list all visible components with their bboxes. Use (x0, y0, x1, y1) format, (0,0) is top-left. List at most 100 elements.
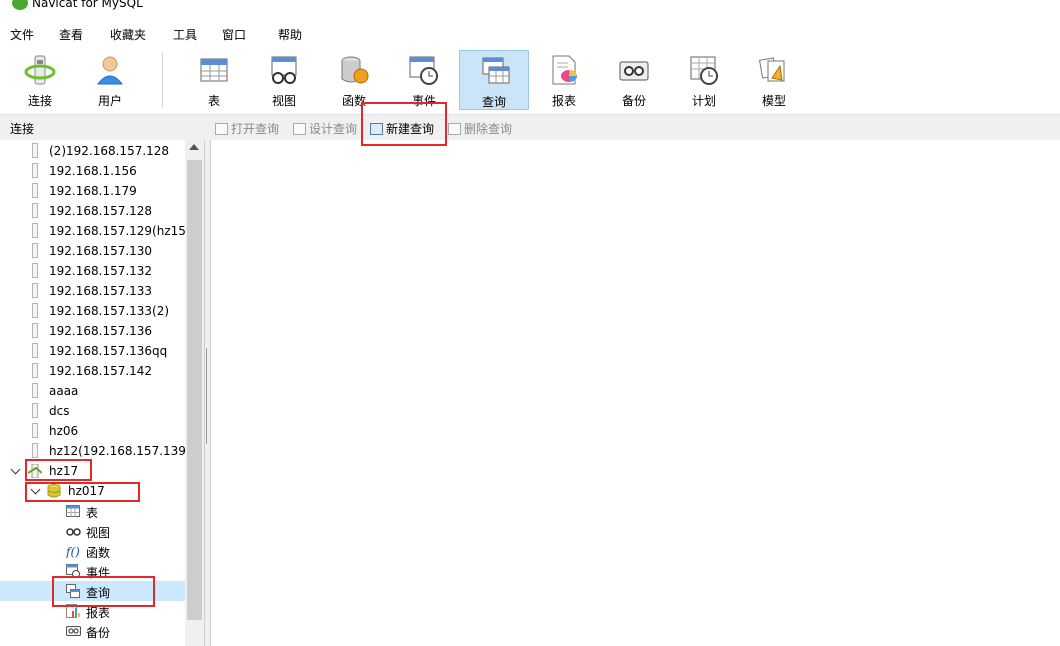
toolbar-user-label: 用户 (97, 94, 122, 108)
highlight-connection-hz17 (25, 459, 92, 481)
connection-icon (32, 343, 38, 358)
tree-connection[interactable]: aaaa (0, 381, 185, 401)
model-icon (758, 54, 790, 86)
toolbar-backup-button[interactable]: 备份 (599, 50, 669, 110)
tree-object-tables[interactable]: 表 (0, 501, 185, 521)
title-bar: Navicat for MySQL (0, 0, 1060, 22)
menu-view[interactable]: 查看 (59, 26, 83, 43)
chevron-down-icon[interactable] (10, 464, 21, 475)
connection-icon (32, 423, 38, 438)
delete-query-label: 删除查询 (464, 122, 513, 136)
tree-connection-label: 192.168.157.129(hz15) (49, 224, 191, 238)
tree-connection[interactable]: 192.168.157.132 (0, 261, 185, 281)
tree-connection-label: 192.168.157.133 (49, 284, 153, 298)
menu-file[interactable]: 文件 (10, 26, 34, 43)
tree-connection-label: 192.168.1.156 (49, 164, 137, 178)
toolbar-schedule-button[interactable]: 计划 (669, 50, 739, 110)
connection-icon (32, 183, 38, 198)
tree-connection[interactable]: 192.168.157.129(hz15) (0, 221, 191, 241)
delete-query-button[interactable]: 删除查询 (448, 120, 512, 137)
toolbar-view-button[interactable]: 视图 (249, 50, 319, 110)
connection-icon (32, 163, 38, 178)
connection-icon (32, 263, 38, 278)
tree-connection[interactable]: 192.168.157.128 (0, 201, 185, 221)
object-list-pane[interactable] (210, 140, 1060, 646)
tree-connection[interactable]: 192.168.157.133 (0, 281, 185, 301)
toolbar-report-button[interactable]: 报表 (529, 50, 599, 110)
tree-object-views[interactable]: 视图 (0, 521, 185, 541)
toolbar-query-button[interactable]: 查询 (459, 50, 529, 110)
event-icon (408, 54, 440, 86)
tree-connection-label: dcs (49, 404, 70, 418)
window-title: Navicat for MySQL (32, 0, 143, 10)
scroll-up-icon[interactable] (189, 144, 199, 150)
menu-tools[interactable]: 工具 (173, 26, 197, 43)
design-query-icon (293, 123, 306, 135)
connection-icon (32, 323, 38, 338)
tree-object-backups[interactable]: 备份 (0, 621, 185, 641)
report-icon (548, 54, 580, 86)
toolbar-user-button[interactable]: 用户 (75, 50, 145, 110)
toolbar-separator (162, 52, 163, 108)
toolbar-model-button[interactable]: 模型 (739, 50, 809, 110)
tree-object-label: 函数 (86, 546, 111, 560)
design-query-label: 设计查询 (309, 122, 358, 136)
toolbar-function-button[interactable]: 函数 (319, 50, 389, 110)
main-toolbar: 连接 用户 表 视图 函数 事件 查询 报表 备份 计划 模型 (0, 46, 1060, 114)
toolbar-table-button[interactable]: 表 (179, 50, 249, 110)
tree-scrollbar[interactable] (185, 140, 204, 646)
highlight-database-hz017 (25, 482, 140, 502)
tree-connection[interactable]: 192.168.157.136 (0, 321, 185, 341)
schedule-icon (688, 54, 720, 86)
tree-connection[interactable]: 192.168.157.142 (0, 361, 185, 381)
toolbar-view-label: 视图 (271, 94, 296, 108)
connection-pane-label: 连接 (10, 122, 35, 136)
function-icon (338, 54, 370, 86)
tree-connection-label: aaaa (49, 384, 79, 398)
toolbar-connection-label: 连接 (27, 94, 52, 108)
menu-help[interactable]: 帮助 (278, 26, 302, 43)
toolbar-connection-button[interactable]: 连接 (5, 50, 75, 110)
tree-connection-label: (2)192.168.157.128 (49, 144, 170, 158)
tree-connection[interactable]: 192.168.1.156 (0, 161, 185, 181)
connection-icon (32, 363, 38, 378)
toolbar-report-label: 报表 (551, 94, 576, 108)
backup-icon (66, 624, 81, 638)
tree-connection-label: 192.168.157.136qq (49, 344, 168, 358)
tree-connection-label: 192.168.157.130 (49, 244, 153, 258)
scroll-thumb[interactable] (187, 160, 202, 620)
menu-bar: 文件 查看 收藏夹 工具 窗口 帮助 (0, 22, 1060, 46)
delete-query-icon (448, 123, 461, 135)
menu-favorites[interactable]: 收藏夹 (110, 26, 146, 43)
open-query-icon (215, 123, 228, 135)
tree-object-label: 表 (86, 506, 99, 520)
menu-window[interactable]: 窗口 (222, 26, 246, 43)
connection-icon (32, 223, 38, 238)
tree-connection[interactable]: 192.168.157.133(2) (0, 301, 185, 321)
highlight-new-query (361, 102, 447, 146)
table-icon (66, 504, 80, 518)
tree-connection[interactable]: (2)192.168.157.128 (0, 141, 185, 161)
connection-icon (32, 383, 38, 398)
tree-connection-label: hz12(192.168.157.139) (49, 444, 191, 458)
toolbar-backup-label: 备份 (621, 94, 646, 108)
user-icon (94, 54, 126, 86)
toolbar-event-button[interactable]: 事件 (389, 50, 459, 110)
tree-connection-label: 192.168.1.179 (49, 184, 137, 198)
svg-text:f(): f() (66, 545, 80, 558)
tree-connection-label: 192.168.157.128 (49, 204, 153, 218)
open-query-button[interactable]: 打开查询 (215, 120, 279, 137)
toolbar-model-label: 模型 (761, 94, 786, 108)
backup-icon (618, 54, 650, 86)
tree-connection[interactable]: 192.168.157.130 (0, 241, 185, 261)
tree-connection[interactable]: hz06 (0, 421, 185, 441)
tree-connection[interactable]: 192.168.1.179 (0, 181, 185, 201)
connection-icon (32, 403, 38, 418)
tree-connection-label: 192.168.157.133(2) (49, 304, 170, 318)
toolbar-query-label: 查询 (481, 95, 506, 109)
design-query-button[interactable]: 设计查询 (293, 120, 357, 137)
tree-connection[interactable]: dcs (0, 401, 185, 421)
tree-connection[interactable]: hz12(192.168.157.139) (0, 441, 191, 461)
tree-connection[interactable]: 192.168.157.136qq (0, 341, 185, 361)
tree-object-functions[interactable]: f() 函数 (0, 541, 185, 561)
